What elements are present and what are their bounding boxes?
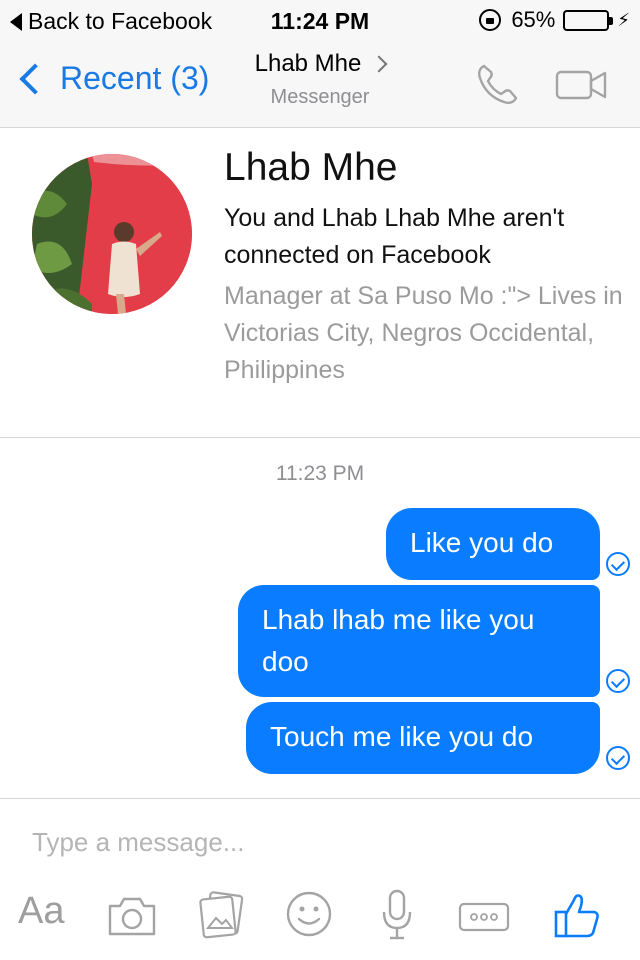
charging-bolt-icon: ⚡ <box>617 9 630 30</box>
message-bubble[interactable]: Lhab lhab me like you doo <box>238 585 600 697</box>
avatar[interactable] <box>32 154 192 314</box>
emoji-icon[interactable] <box>285 890 333 938</box>
delivered-check-icon <box>606 552 630 576</box>
avatar-photo <box>32 154 192 314</box>
connection-status: You and Lhab Lhab Mhe aren't connected o… <box>224 204 565 269</box>
conversation-title[interactable]: Lhab Mhe Messenger <box>0 50 640 109</box>
delivered-check-icon <box>606 669 630 693</box>
like-icon[interactable] <box>552 890 602 940</box>
chevron-right-icon <box>370 55 388 73</box>
profile-details: Manager at Sa Puso Mo :"> Lives in Victo… <box>224 282 623 384</box>
gallery-icon[interactable] <box>198 890 246 940</box>
profile-name: Lhab Mhe <box>224 146 398 189</box>
text-format-icon[interactable]: Aa <box>18 890 64 933</box>
rotation-lock-icon <box>479 9 502 31</box>
contact-name-header: Lhab Mhe <box>254 50 388 78</box>
message-input[interactable] <box>32 822 612 862</box>
video-icon[interactable] <box>555 68 609 102</box>
status-bar: Back to Facebook 11:24 PM 65% ⚡ <box>0 0 640 40</box>
status-right: 65% ⚡ <box>479 7 630 33</box>
message-bubble[interactable]: Touch me like you do <box>246 702 600 774</box>
message-bubble[interactable]: Like you do <box>386 508 600 580</box>
contact-name-text: Lhab Mhe <box>254 50 362 77</box>
phone-icon[interactable] <box>474 62 520 108</box>
battery-icon <box>563 9 614 31</box>
contact-subtitle: Messenger <box>270 86 370 108</box>
composer-divider <box>0 798 640 799</box>
microphone-icon[interactable] <box>380 888 414 942</box>
more-icon[interactable] <box>458 902 510 932</box>
profile-card: Lhab Mhe You and Lhab Lhab Mhe aren't co… <box>0 128 640 438</box>
camera-icon[interactable] <box>106 894 158 938</box>
composer-toolbar: Aa <box>0 880 640 950</box>
message-timestamp: 11:23 PM <box>275 462 365 485</box>
delivered-check-icon <box>606 746 630 770</box>
battery-percent: 65% <box>511 7 556 32</box>
nav-bar: Recent (3) Lhab Mhe Messenger <box>0 40 640 128</box>
